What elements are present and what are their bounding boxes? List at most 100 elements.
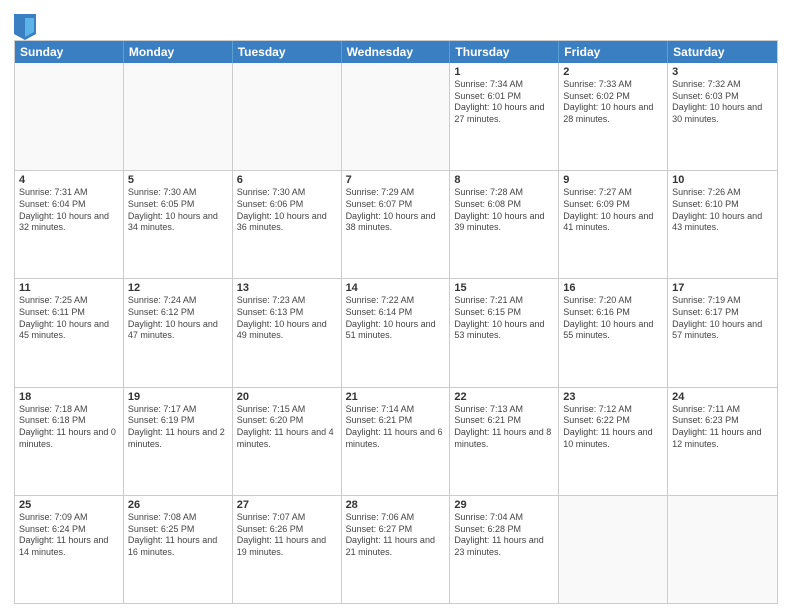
- day-info: Sunrise: 7:15 AM Sunset: 6:20 PM Dayligh…: [237, 404, 337, 451]
- day-cell-9: 9Sunrise: 7:27 AM Sunset: 6:09 PM Daylig…: [559, 171, 668, 278]
- day-number: 12: [128, 282, 228, 294]
- day-info: Sunrise: 7:27 AM Sunset: 6:09 PM Dayligh…: [563, 187, 663, 234]
- day-info: Sunrise: 7:06 AM Sunset: 6:27 PM Dayligh…: [346, 512, 446, 559]
- calendar-week-1: 1Sunrise: 7:34 AM Sunset: 6:01 PM Daylig…: [15, 63, 777, 171]
- calendar-week-4: 18Sunrise: 7:18 AM Sunset: 6:18 PM Dayli…: [15, 388, 777, 496]
- day-number: 23: [563, 391, 663, 403]
- day-info: Sunrise: 7:23 AM Sunset: 6:13 PM Dayligh…: [237, 295, 337, 342]
- day-info: Sunrise: 7:04 AM Sunset: 6:28 PM Dayligh…: [454, 512, 554, 559]
- page: SundayMondayTuesdayWednesdayThursdayFrid…: [0, 0, 792, 612]
- day-info: Sunrise: 7:26 AM Sunset: 6:10 PM Dayligh…: [672, 187, 773, 234]
- day-info: Sunrise: 7:34 AM Sunset: 6:01 PM Dayligh…: [454, 79, 554, 126]
- day-number: 2: [563, 66, 663, 78]
- day-info: Sunrise: 7:22 AM Sunset: 6:14 PM Dayligh…: [346, 295, 446, 342]
- day-number: 6: [237, 174, 337, 186]
- day-cell-21: 21Sunrise: 7:14 AM Sunset: 6:21 PM Dayli…: [342, 388, 451, 495]
- day-number: 8: [454, 174, 554, 186]
- day-cell-2: 2Sunrise: 7:33 AM Sunset: 6:02 PM Daylig…: [559, 63, 668, 170]
- day-number: 27: [237, 499, 337, 511]
- day-cell-22: 22Sunrise: 7:13 AM Sunset: 6:21 PM Dayli…: [450, 388, 559, 495]
- day-info: Sunrise: 7:21 AM Sunset: 6:15 PM Dayligh…: [454, 295, 554, 342]
- day-number: 3: [672, 66, 773, 78]
- day-cell-18: 18Sunrise: 7:18 AM Sunset: 6:18 PM Dayli…: [15, 388, 124, 495]
- day-header-sunday: Sunday: [15, 41, 124, 63]
- calendar-week-3: 11Sunrise: 7:25 AM Sunset: 6:11 PM Dayli…: [15, 279, 777, 387]
- day-header-thursday: Thursday: [450, 41, 559, 63]
- day-number: 9: [563, 174, 663, 186]
- calendar-header: SundayMondayTuesdayWednesdayThursdayFrid…: [15, 41, 777, 63]
- empty-cell: [15, 63, 124, 170]
- day-info: Sunrise: 7:25 AM Sunset: 6:11 PM Dayligh…: [19, 295, 119, 342]
- day-cell-15: 15Sunrise: 7:21 AM Sunset: 6:15 PM Dayli…: [450, 279, 559, 386]
- day-info: Sunrise: 7:20 AM Sunset: 6:16 PM Dayligh…: [563, 295, 663, 342]
- day-cell-5: 5Sunrise: 7:30 AM Sunset: 6:05 PM Daylig…: [124, 171, 233, 278]
- day-cell-26: 26Sunrise: 7:08 AM Sunset: 6:25 PM Dayli…: [124, 496, 233, 603]
- empty-cell: [342, 63, 451, 170]
- day-number: 1: [454, 66, 554, 78]
- day-info: Sunrise: 7:07 AM Sunset: 6:26 PM Dayligh…: [237, 512, 337, 559]
- day-cell-8: 8Sunrise: 7:28 AM Sunset: 6:08 PM Daylig…: [450, 171, 559, 278]
- day-info: Sunrise: 7:17 AM Sunset: 6:19 PM Dayligh…: [128, 404, 228, 451]
- day-info: Sunrise: 7:09 AM Sunset: 6:24 PM Dayligh…: [19, 512, 119, 559]
- day-number: 29: [454, 499, 554, 511]
- day-info: Sunrise: 7:33 AM Sunset: 6:02 PM Dayligh…: [563, 79, 663, 126]
- calendar-week-5: 25Sunrise: 7:09 AM Sunset: 6:24 PM Dayli…: [15, 496, 777, 603]
- day-number: 5: [128, 174, 228, 186]
- day-number: 24: [672, 391, 773, 403]
- day-number: 10: [672, 174, 773, 186]
- day-cell-10: 10Sunrise: 7:26 AM Sunset: 6:10 PM Dayli…: [668, 171, 777, 278]
- day-number: 22: [454, 391, 554, 403]
- day-cell-25: 25Sunrise: 7:09 AM Sunset: 6:24 PM Dayli…: [15, 496, 124, 603]
- day-cell-24: 24Sunrise: 7:11 AM Sunset: 6:23 PM Dayli…: [668, 388, 777, 495]
- logo-icon: [14, 14, 32, 36]
- empty-cell: [124, 63, 233, 170]
- day-header-monday: Monday: [124, 41, 233, 63]
- day-cell-20: 20Sunrise: 7:15 AM Sunset: 6:20 PM Dayli…: [233, 388, 342, 495]
- day-info: Sunrise: 7:14 AM Sunset: 6:21 PM Dayligh…: [346, 404, 446, 451]
- day-header-friday: Friday: [559, 41, 668, 63]
- day-cell-17: 17Sunrise: 7:19 AM Sunset: 6:17 PM Dayli…: [668, 279, 777, 386]
- day-cell-4: 4Sunrise: 7:31 AM Sunset: 6:04 PM Daylig…: [15, 171, 124, 278]
- day-number: 16: [563, 282, 663, 294]
- day-number: 25: [19, 499, 119, 511]
- day-header-wednesday: Wednesday: [342, 41, 451, 63]
- day-number: 20: [237, 391, 337, 403]
- day-cell-28: 28Sunrise: 7:06 AM Sunset: 6:27 PM Dayli…: [342, 496, 451, 603]
- day-cell-14: 14Sunrise: 7:22 AM Sunset: 6:14 PM Dayli…: [342, 279, 451, 386]
- day-number: 15: [454, 282, 554, 294]
- day-number: 14: [346, 282, 446, 294]
- empty-cell: [233, 63, 342, 170]
- day-info: Sunrise: 7:08 AM Sunset: 6:25 PM Dayligh…: [128, 512, 228, 559]
- day-number: 7: [346, 174, 446, 186]
- day-info: Sunrise: 7:30 AM Sunset: 6:05 PM Dayligh…: [128, 187, 228, 234]
- calendar-container: SundayMondayTuesdayWednesdayThursdayFrid…: [14, 40, 778, 604]
- day-number: 19: [128, 391, 228, 403]
- logo: [14, 14, 35, 36]
- header: [14, 10, 778, 36]
- day-cell-29: 29Sunrise: 7:04 AM Sunset: 6:28 PM Dayli…: [450, 496, 559, 603]
- day-info: Sunrise: 7:19 AM Sunset: 6:17 PM Dayligh…: [672, 295, 773, 342]
- day-info: Sunrise: 7:29 AM Sunset: 6:07 PM Dayligh…: [346, 187, 446, 234]
- calendar-body: 1Sunrise: 7:34 AM Sunset: 6:01 PM Daylig…: [15, 63, 777, 603]
- day-cell-12: 12Sunrise: 7:24 AM Sunset: 6:12 PM Dayli…: [124, 279, 233, 386]
- day-number: 21: [346, 391, 446, 403]
- day-number: 4: [19, 174, 119, 186]
- day-info: Sunrise: 7:18 AM Sunset: 6:18 PM Dayligh…: [19, 404, 119, 451]
- day-number: 28: [346, 499, 446, 511]
- empty-cell: [668, 496, 777, 603]
- day-cell-19: 19Sunrise: 7:17 AM Sunset: 6:19 PM Dayli…: [124, 388, 233, 495]
- day-info: Sunrise: 7:32 AM Sunset: 6:03 PM Dayligh…: [672, 79, 773, 126]
- empty-cell: [559, 496, 668, 603]
- day-number: 11: [19, 282, 119, 294]
- day-cell-11: 11Sunrise: 7:25 AM Sunset: 6:11 PM Dayli…: [15, 279, 124, 386]
- day-cell-23: 23Sunrise: 7:12 AM Sunset: 6:22 PM Dayli…: [559, 388, 668, 495]
- day-info: Sunrise: 7:11 AM Sunset: 6:23 PM Dayligh…: [672, 404, 773, 451]
- day-header-tuesday: Tuesday: [233, 41, 342, 63]
- day-info: Sunrise: 7:28 AM Sunset: 6:08 PM Dayligh…: [454, 187, 554, 234]
- day-cell-3: 3Sunrise: 7:32 AM Sunset: 6:03 PM Daylig…: [668, 63, 777, 170]
- day-info: Sunrise: 7:31 AM Sunset: 6:04 PM Dayligh…: [19, 187, 119, 234]
- day-info: Sunrise: 7:12 AM Sunset: 6:22 PM Dayligh…: [563, 404, 663, 451]
- day-cell-6: 6Sunrise: 7:30 AM Sunset: 6:06 PM Daylig…: [233, 171, 342, 278]
- day-cell-16: 16Sunrise: 7:20 AM Sunset: 6:16 PM Dayli…: [559, 279, 668, 386]
- day-number: 26: [128, 499, 228, 511]
